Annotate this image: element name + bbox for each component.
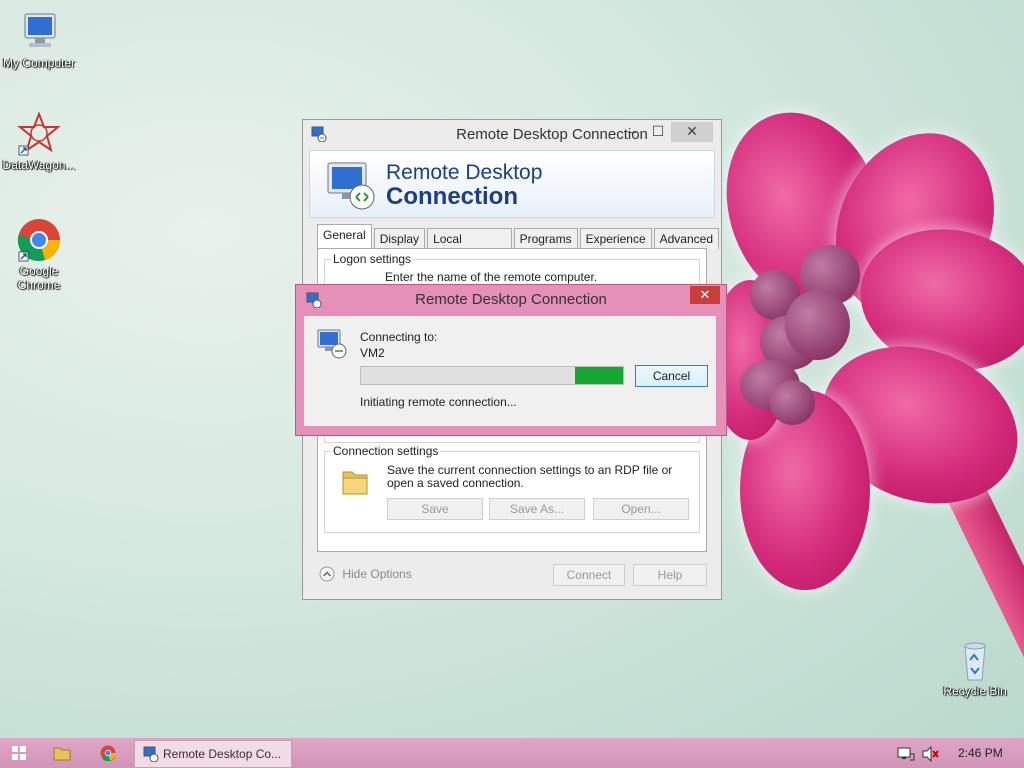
rdc-taskbar-label: Remote Desktop Co... [163,747,282,761]
tab-programs[interactable]: Programs [513,228,578,249]
open-button[interactable]: Open... [593,498,689,520]
desktop-icon-recycle-bin[interactable]: Recycle Bin [935,638,1015,698]
windows-logo-icon [12,746,26,763]
banner-title-line1: Remote Desktop [386,161,543,184]
connection-status: Initiating remote connection... [360,395,517,409]
help-button[interactable]: Help [633,564,707,586]
save-as-button[interactable]: Save As... [489,498,585,520]
tab-experience[interactable]: Experience [579,228,652,249]
desktop-icon-google-chrome[interactable]: Google Chrome [0,218,79,292]
volume-muted-icon[interactable] [922,745,940,765]
desktop-icon-my-computer[interactable]: My Computer [0,10,79,70]
network-icon[interactable] [897,746,915,765]
tab-local-resources[interactable]: Local Resources [427,228,512,260]
computer-icon [17,10,61,54]
desktop-icon-datawagon[interactable]: DataWagon... [0,111,79,172]
desktop-icon-label: Recycle Bin [943,684,1007,698]
folder-icon [341,466,369,499]
folder-icon [53,746,71,764]
desktop-icon-label: Google Chrome [17,264,61,292]
taskbar-clock[interactable]: 2:46 PM [958,746,1003,760]
dialog-close-button[interactable]: ✕ [690,286,720,304]
hide-options-toggle[interactable]: Hide Options [319,566,412,584]
hide-options-label: Hide Options [342,567,412,581]
connection-settings-label: Connection settings [331,444,441,458]
datawagon-icon [17,111,61,156]
tab-advanced[interactable]: Advanced [653,228,719,249]
rdc-titlebar[interactable]: Remote Desktop Connection – ☐ ✕ [303,120,721,148]
connect-button[interactable]: Connect [553,564,625,586]
monitor-icon [324,159,380,214]
rdc-app-icon [311,126,327,143]
chrome-icon [100,745,116,764]
cancel-button[interactable]: Cancel [635,365,708,387]
dialog-title: Remote Desktop Connection [415,291,607,308]
connecting-to-label: Connecting to: [360,330,438,344]
close-button[interactable]: ✕ [671,122,713,142]
rdc-taskbar-icon [143,746,159,765]
tab-strip: General Display Local Resources Programs… [317,224,721,260]
save-button[interactable]: Save [387,498,483,520]
remote-computer-icon [316,328,348,363]
connection-settings-description: Save the current connection settings to … [387,463,673,490]
flower-bud [770,380,815,425]
recycle-bin-icon [953,638,997,682]
connection-progress-bar [360,366,624,385]
chevron-up-icon [319,566,335,582]
tab-general[interactable]: General [317,224,372,249]
desktop-icon-label: DataWagon... [2,158,76,172]
taskbar: Remote Desktop Co... 2:46 PM [0,738,1024,768]
chrome-taskbar-button[interactable] [94,740,122,766]
banner-title-line2: Connection [386,183,518,210]
minimize-button[interactable]: – [619,122,645,142]
file-explorer-button[interactable] [48,740,76,766]
connecting-dialog: Remote Desktop Connection ✕ Connecting t… [295,284,727,436]
dialog-content: Connecting to: VM2 Cancel Initiating rem… [304,316,716,426]
flower-bud [785,290,850,360]
host-name: VM2 [360,346,385,360]
chrome-icon [17,218,61,262]
connection-settings-group: Connection settings Save the current con… [324,444,700,533]
desktop-icon-label: My Computer [2,56,76,70]
logon-settings-label: Logon settings [331,252,414,266]
rdc-taskbar-button[interactable]: Remote Desktop Co... [134,740,292,768]
progress-indicator [575,367,623,384]
tab-display[interactable]: Display [373,228,426,249]
rdc-banner: Remote Desktop Connection [309,150,715,218]
maximize-button[interactable]: ☐ [645,122,671,142]
logon-partial-text: Enter the name of the remote computer. [385,270,598,284]
start-button[interactable] [6,740,32,766]
